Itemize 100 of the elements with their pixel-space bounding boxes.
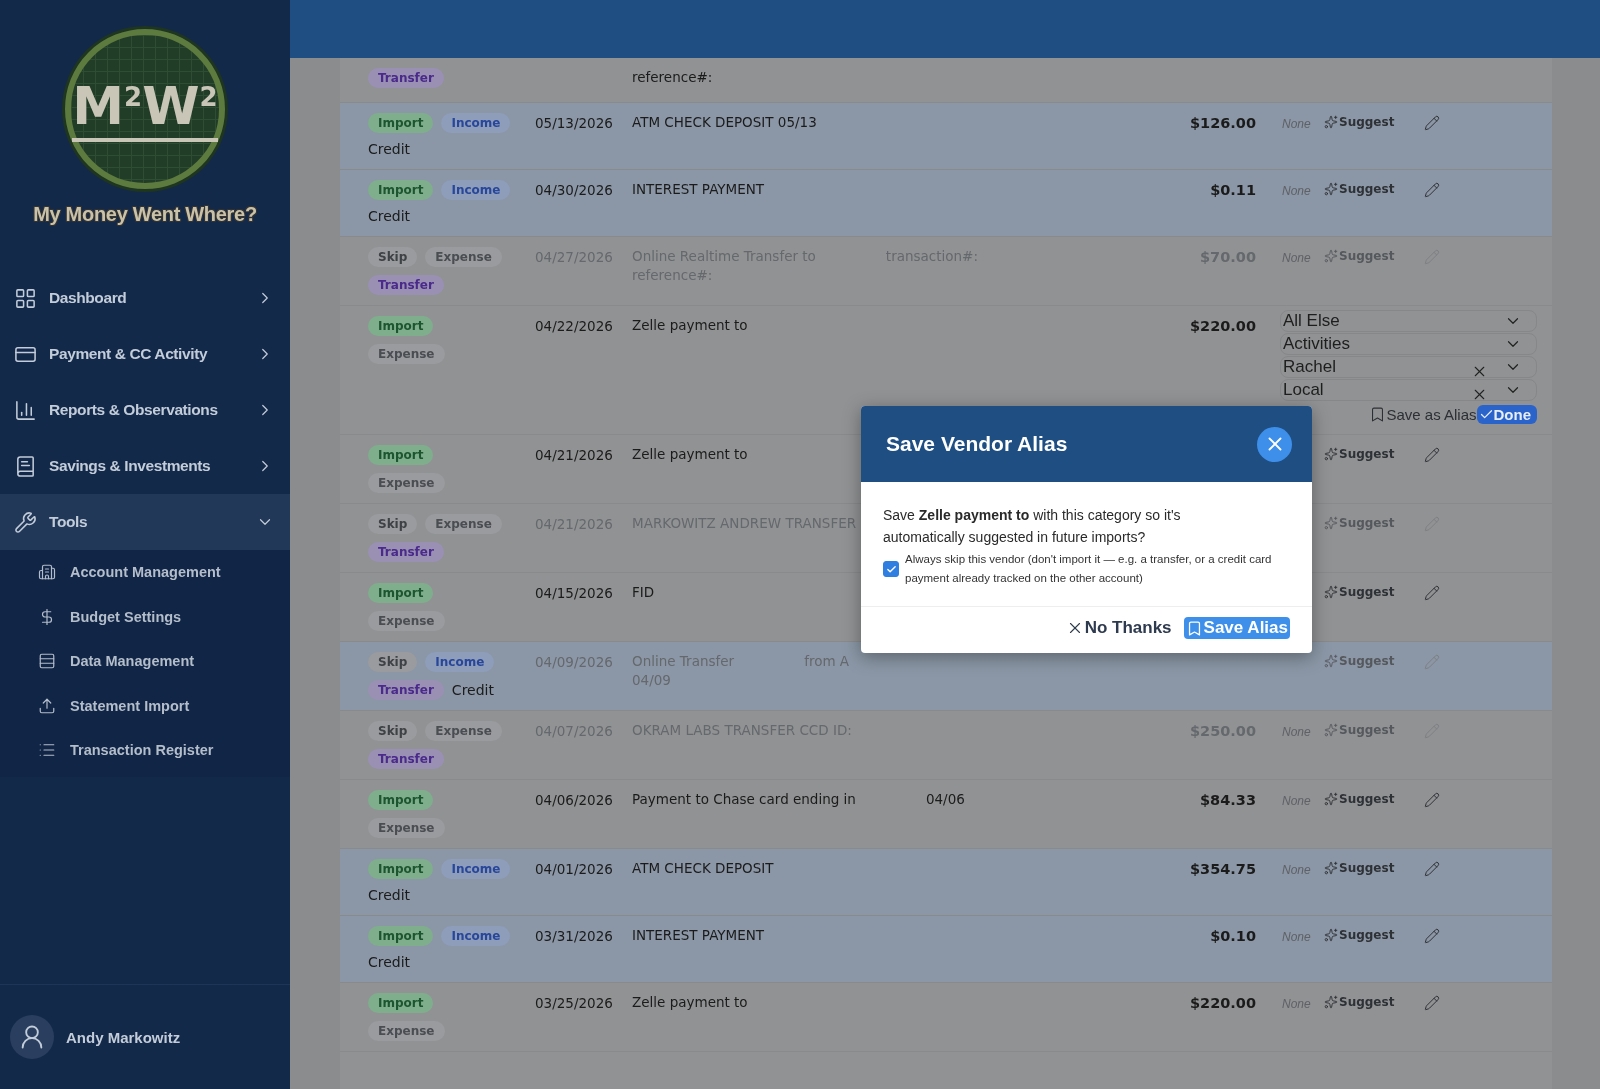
done-button[interactable]: Done <box>1476 405 1537 424</box>
building-icon <box>38 563 56 582</box>
submenu-item[interactable]: Budget Settings <box>0 594 290 639</box>
edit-button[interactable] <box>1424 583 1440 601</box>
close-button[interactable] <box>1257 426 1292 462</box>
user-name: Andy Markowitz <box>66 1028 181 1046</box>
suggest-button[interactable]: Suggest <box>1324 993 1424 1009</box>
submenu-item[interactable]: Data Management <box>0 639 290 684</box>
description-text: 04/06 <box>925 790 965 809</box>
nav-item[interactable]: Reports & Observations <box>0 382 290 438</box>
sparkle-icon <box>1324 928 1338 942</box>
action-badge: Import <box>368 180 434 200</box>
nav-item[interactable]: Dashboard <box>0 270 290 326</box>
amount-cell: $220.00 <box>1189 318 1256 334</box>
description-text: Zelle payment to <box>632 993 748 1012</box>
suggest-button[interactable]: Suggest <box>1324 926 1424 942</box>
description-text: 04/09 <box>632 671 671 690</box>
logo: M$^{2}$W$^{2}$ <box>65 29 225 189</box>
type-badge: Expense <box>425 247 502 267</box>
edit-button[interactable] <box>1424 859 1440 877</box>
description-text: reference#: <box>632 68 713 87</box>
category-select[interactable]: All Else <box>1280 310 1537 332</box>
description-text: ATM CHECK DEPOSIT <box>632 859 774 878</box>
action-badge: Import <box>368 790 434 810</box>
description-text: Payment to Chase card ending in <box>632 790 856 809</box>
upload-icon <box>38 696 56 715</box>
suggest-button[interactable]: Suggest <box>1324 583 1424 599</box>
suggest-button[interactable]: Suggest <box>1324 514 1424 530</box>
amount-cell: $84.33 <box>1200 792 1256 808</box>
type-badge: Expense <box>368 344 445 364</box>
pencil-icon <box>1424 115 1440 131</box>
type-label: Credit <box>368 141 411 157</box>
category-select[interactable]: Local <box>1280 379 1537 401</box>
sparkle-icon <box>1324 585 1338 599</box>
sparkle-icon <box>1324 249 1338 263</box>
edit-button[interactable] <box>1424 926 1440 944</box>
save-alias-button[interactable]: Save Alias <box>1183 617 1290 639</box>
suggest-button[interactable]: Suggest <box>1324 113 1424 129</box>
edit-button[interactable] <box>1424 180 1440 198</box>
pencil-icon <box>1424 928 1440 944</box>
action-badge: Import <box>368 859 434 879</box>
date-cell-text: 04/15/2026 <box>535 584 613 601</box>
type-label: Credit <box>368 208 411 224</box>
amount-cell: $354.75 <box>1189 861 1256 877</box>
action-badge: Skip <box>368 247 418 267</box>
date-cell-text: 03/31/2026 <box>535 927 613 944</box>
description-text: FID <box>632 583 655 602</box>
type-badge: Expense <box>368 473 445 493</box>
check-icon <box>885 563 897 575</box>
sparkle-icon <box>1324 115 1338 129</box>
edit-button[interactable] <box>1424 790 1440 808</box>
submenu-item[interactable]: Statement Import <box>0 683 290 728</box>
action-badge: Import <box>368 113 434 133</box>
suggest-button[interactable]: Suggest <box>1324 445 1424 461</box>
date-cell-text: 04/01/2026 <box>535 860 613 877</box>
description-text: Online Transfer <box>632 652 735 671</box>
nav-item[interactable]: Payment & CC Activity <box>0 326 290 382</box>
suggest-button[interactable]: Suggest <box>1324 180 1424 196</box>
nav-item[interactable]: Savings & Investments <box>0 438 290 494</box>
amount-cell: $0.11 <box>1210 182 1256 198</box>
edit-button[interactable] <box>1424 445 1440 463</box>
suggest-button[interactable]: Suggest <box>1324 859 1424 875</box>
save-alias-button[interactable]: Save as Alias <box>1369 406 1477 423</box>
description-text: from A <box>804 652 850 671</box>
type-badge: Income <box>441 859 511 879</box>
edit-button[interactable] <box>1424 113 1440 131</box>
date-cell-text: 04/09/2026 <box>535 653 613 670</box>
bar-chart-icon <box>14 398 37 422</box>
action-badge: Skip <box>368 514 418 534</box>
date-cell-text: 04/30/2026 <box>535 181 613 198</box>
date-cell-text: 04/06/2026 <box>535 791 613 808</box>
amount-cell: $0.10 <box>1210 928 1256 944</box>
suggest-button[interactable]: Suggest <box>1324 721 1424 737</box>
nav-item[interactable]: Tools <box>0 494 290 550</box>
rows-icon <box>38 652 56 671</box>
no-thanks-button[interactable]: No Thanks <box>1063 617 1174 639</box>
suggest-button[interactable]: Suggest <box>1324 790 1424 806</box>
action-badge: Import <box>368 583 434 603</box>
pencil-icon <box>1424 585 1440 601</box>
type-label: Credit <box>368 887 411 903</box>
pencil-icon <box>1424 861 1440 877</box>
submenu-item[interactable]: Transaction Register <box>0 728 290 773</box>
date-cell-text: 04/21/2026 <box>535 446 613 463</box>
sparkle-icon <box>1324 861 1338 875</box>
checkbox[interactable] <box>883 561 899 577</box>
pencil-icon <box>1424 654 1440 670</box>
type-badge: Expense <box>368 611 445 631</box>
category-select[interactable]: Activities <box>1280 333 1537 355</box>
edit-button[interactable] <box>1424 993 1440 1011</box>
date-cell-text: 05/13/2026 <box>535 114 613 131</box>
type-badge: Transfer <box>368 749 444 769</box>
suggest-button[interactable]: Suggest <box>1324 652 1424 668</box>
suggest-button[interactable]: Suggest <box>1324 247 1424 263</box>
dialog-title: Save Vendor Alias <box>886 432 1068 456</box>
sparkle-icon <box>1324 447 1338 461</box>
category-select[interactable]: Rachel <box>1280 356 1537 378</box>
description-text: ATM CHECK DEPOSIT 05/13 <box>632 113 817 132</box>
pencil-icon <box>1424 182 1440 198</box>
type-badge: Expense <box>425 514 502 534</box>
submenu-item[interactable]: Account Management <box>0 550 290 595</box>
